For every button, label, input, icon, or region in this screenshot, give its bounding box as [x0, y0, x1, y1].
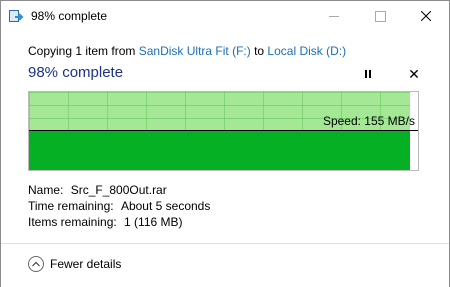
source-link[interactable]: SanDisk Ultra Fit (F:) [139, 44, 251, 58]
current-speed-line [29, 130, 418, 131]
pause-button[interactable] [359, 66, 377, 82]
maximize-button[interactable] [357, 1, 403, 31]
window-title: 98% complete [31, 9, 108, 23]
copy-description: Copying 1 item from SanDisk Ultra Fit (F… [28, 44, 346, 58]
items-remaining-value: 1 (116 MB) [124, 215, 183, 229]
pause-icon [365, 70, 367, 78]
fewer-details-button[interactable]: Fewer details [28, 256, 121, 272]
close-icon [421, 11, 431, 21]
name-row: Name: Src_F_800Out.rar [28, 182, 210, 198]
destination-link[interactable]: Local Disk (D:) [267, 44, 346, 58]
close-button[interactable] [403, 1, 449, 31]
transfer-speed-graph: Speed: 155 MB/s [28, 91, 419, 171]
name-value: Src_F_800Out.rar [70, 183, 167, 197]
copy-prefix: Copying 1 item from [28, 44, 139, 58]
cancel-button[interactable]: ✕ [405, 65, 423, 83]
time-remaining-row: Time remaining: About 5 seconds [28, 198, 210, 214]
details-panel: Name: Src_F_800Out.rar Time remaining: A… [28, 182, 210, 230]
close-icon: ✕ [408, 66, 420, 82]
maximize-icon [374, 10, 386, 22]
copy-dialog-window: 98% complete Copying 1 item from SanDisk… [0, 0, 450, 287]
speed-history-fill [29, 130, 411, 170]
file-copy-icon [9, 10, 24, 22]
minimize-icon [329, 15, 339, 17]
time-remaining-label: Time remaining: [28, 199, 114, 213]
fewer-details-label: Fewer details [50, 257, 122, 271]
time-remaining-value: About 5 seconds [120, 199, 211, 213]
items-remaining-label: Items remaining: [28, 215, 117, 229]
progress-title: 98% complete [28, 64, 124, 81]
copy-connector: to [250, 44, 268, 58]
name-label: Name: [28, 183, 64, 197]
dialog-footer: Fewer details [1, 243, 449, 287]
items-remaining-row: Items remaining: 1 (116 MB) [28, 214, 210, 230]
title-bar[interactable]: 98% complete [1, 1, 449, 31]
speed-label: Speed: 155 MB/s [322, 114, 415, 128]
chevron-up-icon [28, 256, 44, 272]
minimize-button[interactable] [311, 1, 357, 31]
